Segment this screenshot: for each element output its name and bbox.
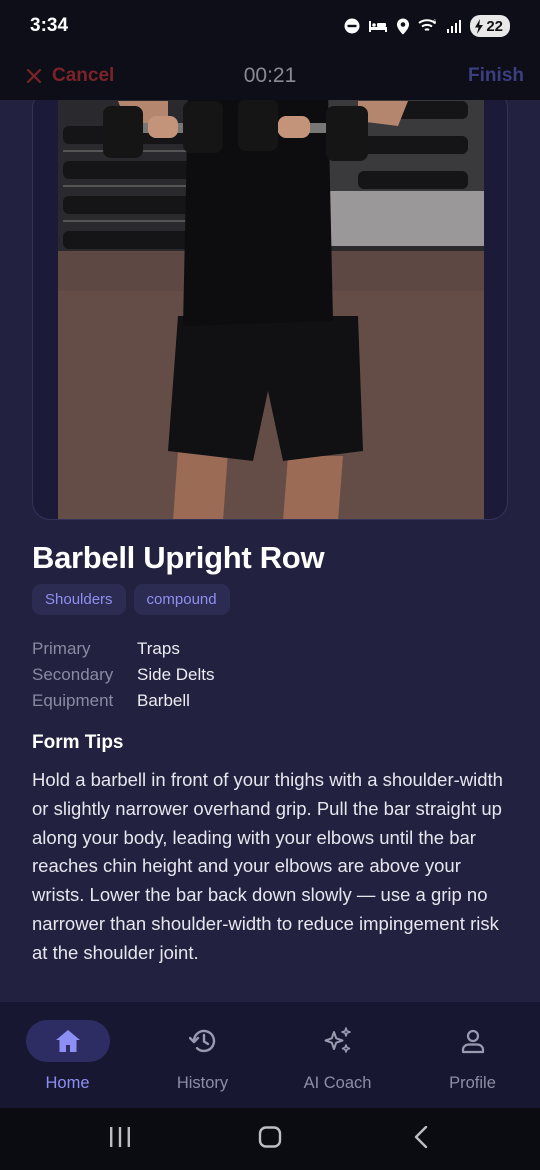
system-navigation-bar bbox=[0, 1108, 540, 1170]
svg-text:6: 6 bbox=[433, 20, 437, 26]
bottom-navigation: Home History AI Coach Profile bbox=[0, 1002, 540, 1108]
nav-label: History bbox=[176, 1074, 229, 1092]
detail-value: Traps bbox=[137, 639, 180, 658]
nav-profile[interactable]: Profile bbox=[405, 1002, 540, 1108]
profile-icon bbox=[461, 1029, 484, 1054]
location-icon bbox=[397, 18, 410, 34]
nav-history[interactable]: History bbox=[135, 1002, 270, 1108]
nav-active-indicator bbox=[25, 1020, 110, 1062]
detail-label: Primary bbox=[32, 639, 91, 658]
detail-value: Side Delts bbox=[137, 665, 215, 684]
home-button-icon[interactable] bbox=[258, 1126, 282, 1148]
detail-row-primary: Primary Traps bbox=[32, 636, 214, 662]
home-icon bbox=[55, 1030, 80, 1052]
cancel-button[interactable]: Cancel bbox=[26, 65, 114, 87]
form-tips-text: Hold a barbell in front of your thighs w… bbox=[32, 769, 503, 963]
nav-label: AI Coach bbox=[303, 1074, 372, 1092]
finish-button[interactable]: Finish bbox=[468, 65, 524, 87]
detail-row-equipment: Equipment Barbell bbox=[32, 688, 214, 714]
form-tips-heading: Form Tips bbox=[32, 732, 124, 753]
tag-exercise-type: compound bbox=[133, 584, 230, 615]
exercise-photo bbox=[58, 100, 484, 519]
exercise-tags: Shoulders compound bbox=[32, 584, 230, 615]
detail-value: Barbell bbox=[137, 691, 190, 710]
nav-home[interactable]: Home bbox=[0, 1002, 135, 1108]
nav-label: Home bbox=[45, 1074, 90, 1092]
back-icon[interactable] bbox=[410, 1126, 434, 1148]
status-time: 3:34 bbox=[30, 15, 69, 36]
nav-ai-coach[interactable]: AI Coach bbox=[270, 1002, 405, 1108]
exercise-details: Primary Traps Secondary Side Delts Equip… bbox=[32, 636, 214, 714]
wifi-icon: 6 bbox=[418, 19, 437, 31]
history-icon bbox=[188, 1029, 215, 1053]
detail-row-secondary: Secondary Side Delts bbox=[32, 662, 214, 688]
cancel-label: Cancel bbox=[52, 65, 115, 86]
sparkles-icon bbox=[324, 1027, 351, 1053]
tag-muscle-group: Shoulders bbox=[32, 584, 126, 615]
dnd-icon bbox=[344, 18, 360, 34]
detail-label: Secondary bbox=[32, 665, 114, 684]
exercise-detail-scroll[interactable]: Barbell Upright Row Shoulders compound P… bbox=[0, 100, 540, 1002]
signal-icon bbox=[447, 19, 462, 33]
nav-label: Profile bbox=[449, 1074, 496, 1092]
exercise-image-card bbox=[32, 100, 508, 520]
sleep-icon bbox=[369, 21, 388, 32]
recent-apps-icon[interactable] bbox=[108, 1126, 132, 1148]
detail-label: Equipment bbox=[32, 691, 114, 710]
status-bar: 3:34 6 22 bbox=[0, 0, 540, 52]
workout-top-bar: Cancel 00:21 Finish bbox=[0, 52, 540, 100]
charging-icon bbox=[475, 18, 484, 34]
exercise-title: Barbell Upright Row bbox=[32, 540, 325, 575]
close-icon bbox=[26, 68, 42, 84]
battery-indicator: 22 bbox=[470, 15, 510, 37]
status-icons: 6 22 bbox=[344, 15, 510, 37]
battery-level: 22 bbox=[486, 17, 503, 35]
